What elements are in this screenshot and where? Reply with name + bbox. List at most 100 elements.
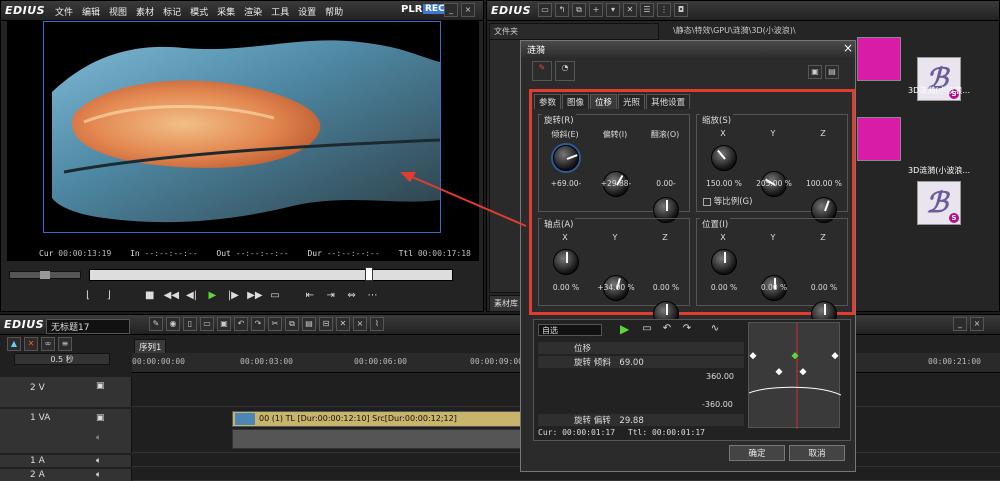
tab-lighting[interactable]: 光照 bbox=[618, 94, 646, 109]
timeline-minimize-icon[interactable]: _ bbox=[953, 317, 967, 331]
copy-clip-icon[interactable]: ⧉ bbox=[285, 317, 299, 331]
save-icon[interactable]: ▣ bbox=[217, 317, 231, 331]
folder-icon[interactable]: ▭ bbox=[538, 3, 552, 17]
thumb-magenta-1[interactable] bbox=[857, 37, 901, 81]
menu-edit[interactable]: 编辑 bbox=[82, 8, 100, 18]
dialog-close-icon[interactable]: × bbox=[843, 41, 853, 55]
delete-clip-icon[interactable]: ✕ bbox=[336, 317, 350, 331]
kf-row-displacement[interactable]: 位移 bbox=[538, 342, 744, 354]
menu-mode[interactable]: 模式 bbox=[190, 8, 208, 18]
close-icon[interactable]: × bbox=[461, 3, 475, 17]
loop-icon[interactable]: ▭ bbox=[268, 289, 282, 303]
lock-icon[interactable]: ◘ bbox=[674, 3, 688, 17]
kf-next-icon[interactable]: ↷ bbox=[680, 322, 694, 336]
cancel-button[interactable]: 取消 bbox=[789, 445, 845, 461]
add-icon[interactable]: + bbox=[589, 3, 603, 17]
timeline-close-icon[interactable]: × bbox=[970, 317, 984, 331]
ripple-icon[interactable]: ≡ bbox=[58, 337, 72, 351]
menu-help[interactable]: 帮助 bbox=[325, 8, 343, 18]
kf-prev-icon[interactable]: ↶ bbox=[660, 322, 674, 336]
snap-icon[interactable]: ⌇ bbox=[370, 317, 384, 331]
camera-icon[interactable]: ◉ bbox=[166, 317, 180, 331]
delete-icon[interactable]: ✕ bbox=[623, 3, 637, 17]
overwrite-icon[interactable]: ⇥ bbox=[324, 289, 338, 303]
dropdown-icon[interactable]: ▾ bbox=[606, 3, 620, 17]
minimize-icon[interactable]: _ bbox=[444, 3, 458, 17]
view-icon[interactable]: ☰ bbox=[640, 3, 654, 17]
zoom-control[interactable]: 0.5 秒 bbox=[14, 353, 110, 365]
playhead-marker[interactable] bbox=[365, 267, 373, 281]
menu-clip[interactable]: 素材 bbox=[136, 8, 154, 18]
menu-render[interactable]: 渲染 bbox=[244, 8, 262, 18]
menu-view[interactable]: 视图 bbox=[109, 8, 127, 18]
tool-icon[interactable]: ✕ bbox=[24, 337, 38, 351]
plr-label[interactable]: PLR bbox=[401, 4, 422, 15]
pivot-x-knob[interactable] bbox=[553, 249, 579, 275]
main-menu: 文件 编辑 视图 素材 标记 模式 采集 渲染 工具 设置 帮助 bbox=[55, 5, 352, 18]
menu-settings[interactable]: 设置 bbox=[298, 8, 316, 18]
mode-icon[interactable]: ▲ bbox=[7, 337, 21, 351]
properties-icon[interactable]: ⋮ bbox=[657, 3, 671, 17]
bin-tab[interactable]: 素材库 bbox=[489, 295, 523, 312]
track-audio-icon[interactable]: 🔈︎ bbox=[96, 433, 101, 443]
save-preset-icon[interactable]: ▤ bbox=[825, 65, 839, 79]
position-bar[interactable] bbox=[89, 269, 453, 281]
magic-icon[interactable]: ✎ bbox=[149, 317, 163, 331]
thumb-ripple-2[interactable]: ℬS bbox=[917, 181, 961, 225]
track-audio-icon[interactable]: 🔈︎ bbox=[96, 456, 101, 466]
undo-icon[interactable]: ↶ bbox=[234, 317, 248, 331]
split-icon[interactable]: ⊟ bbox=[319, 317, 333, 331]
up-icon[interactable]: ↰ bbox=[555, 3, 569, 17]
menu-capture[interactable]: 采集 bbox=[217, 8, 235, 18]
copy-icon[interactable]: ⧉ bbox=[572, 3, 586, 17]
kf-graph-area[interactable] bbox=[748, 322, 841, 429]
clip-audio[interactable] bbox=[232, 429, 522, 449]
thumb-magenta-2[interactable] bbox=[857, 117, 901, 161]
link-icon[interactable]: ∞ bbox=[41, 337, 55, 351]
kf-play-icon[interactable]: ▶ bbox=[620, 322, 629, 336]
insert-icon[interactable]: ⇤ bbox=[303, 289, 317, 303]
paste-icon[interactable]: ▤ bbox=[302, 317, 316, 331]
mark-out-icon[interactable]: ⌋ bbox=[102, 289, 116, 303]
rewind-icon[interactable]: ◀◀ bbox=[164, 289, 179, 303]
step-forward-icon[interactable]: |▶ bbox=[226, 289, 240, 303]
open-icon[interactable]: ▭ bbox=[200, 317, 214, 331]
tilt-knob[interactable] bbox=[553, 145, 579, 171]
dialog-titlebar: 涟漪 × bbox=[521, 41, 855, 57]
menu-file[interactable]: 文件 bbox=[55, 8, 73, 18]
tab-params[interactable]: 参数 bbox=[534, 94, 562, 109]
kf-row-tilt[interactable]: 旋转 倾斜 69.00 bbox=[538, 356, 744, 368]
ripple-delete-icon[interactable]: ⨯ bbox=[353, 317, 367, 331]
tab-other[interactable]: 其他设置 bbox=[646, 94, 691, 109]
menu-tools[interactable]: 工具 bbox=[271, 8, 289, 18]
tab-image[interactable]: 图像 bbox=[562, 94, 590, 109]
more-icon[interactable]: ⋯ bbox=[366, 289, 380, 303]
position-x-knob[interactable] bbox=[711, 249, 737, 275]
track-visibility-icon[interactable]: ▣ bbox=[96, 381, 105, 391]
preset-icon[interactable]: ▣ bbox=[808, 65, 822, 79]
tab-displacement[interactable]: 位移 bbox=[590, 94, 618, 109]
step-back-icon[interactable]: ◀| bbox=[185, 289, 199, 303]
kf-preset-select[interactable]: 自选 bbox=[538, 324, 602, 336]
new-icon[interactable]: ▯ bbox=[183, 317, 197, 331]
stopwatch-icon[interactable]: ◔ bbox=[555, 61, 575, 81]
palette-icon[interactable]: ✎ bbox=[532, 61, 552, 81]
kf-loop-icon[interactable]: ▭ bbox=[640, 322, 654, 336]
play-icon[interactable]: ▶ bbox=[205, 289, 219, 303]
redo-icon[interactable]: ↷ bbox=[251, 317, 265, 331]
stop-icon[interactable]: ■ bbox=[143, 289, 157, 303]
kf-row-yaw[interactable]: 旋转 偏转 29.88 bbox=[538, 414, 744, 426]
track-visibility-icon[interactable]: ▣ bbox=[96, 413, 105, 423]
ok-button[interactable]: 确定 bbox=[729, 445, 785, 461]
cut-icon[interactable]: ✂ bbox=[268, 317, 282, 331]
scale-x-knob[interactable] bbox=[711, 145, 737, 171]
fast-forward-icon[interactable]: ▶▶ bbox=[247, 289, 262, 303]
replace-icon[interactable]: ⇔ bbox=[345, 289, 359, 303]
shuttle-slider[interactable] bbox=[9, 271, 81, 279]
timeline-clip[interactable]: 00 (1) TL [Dur:00:00:12:10] Src[Dur:00:0… bbox=[232, 411, 522, 427]
kf-graph-icon[interactable]: ∿ bbox=[708, 322, 722, 336]
track-audio-icon[interactable]: 🔈︎ bbox=[96, 470, 101, 480]
menu-marker[interactable]: 标记 bbox=[163, 8, 181, 18]
mark-in-icon[interactable]: ⌊ bbox=[81, 289, 95, 303]
proportional-checkbox[interactable]: 等比例(G) bbox=[703, 195, 752, 207]
